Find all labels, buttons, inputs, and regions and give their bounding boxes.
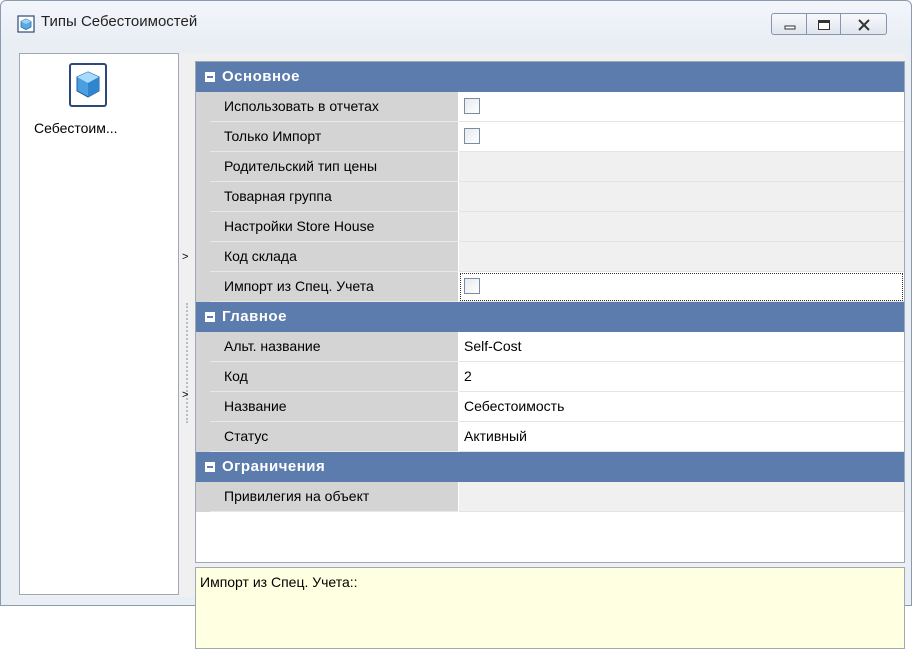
property-name: Только Импорт — [224, 128, 322, 144]
list-item-label: Себестоим... — [34, 120, 118, 136]
property-row[interactable]: Название Себестоимость — [196, 392, 904, 422]
maximize-button[interactable] — [807, 13, 841, 35]
chevron-right-icon[interactable]: > — [182, 389, 188, 401]
property-row[interactable]: Только Импорт — [196, 122, 904, 152]
title-bar[interactable]: Типы Себестоимостей — [1, 1, 913, 41]
category-header-restrictions[interactable]: Ограничения — [196, 452, 904, 482]
category-header-main[interactable]: Основное — [196, 62, 904, 92]
chevron-right-icon[interactable]: > — [182, 251, 188, 263]
property-name: Статус — [224, 428, 269, 444]
collapse-icon[interactable] — [205, 72, 215, 82]
property-value[interactable] — [459, 182, 904, 212]
close-button[interactable] — [841, 13, 887, 35]
property-row[interactable]: Альт. название Self-Cost — [196, 332, 904, 362]
property-row[interactable]: Статус Активный — [196, 422, 904, 452]
property-name: Название — [224, 398, 287, 414]
property-name: Родительский тип цены — [224, 158, 378, 174]
property-name: Привилегия на объект — [224, 488, 370, 504]
main-window: Типы Себестоимостей Себестоим... > > Осн… — [0, 0, 913, 649]
property-value[interactable] — [459, 272, 904, 302]
cube-icon — [17, 15, 35, 33]
property-row-selected[interactable]: Импорт из Спец. Учета — [196, 272, 904, 302]
splitter-grip[interactable] — [186, 303, 188, 423]
maximize-icon — [818, 20, 830, 30]
property-row[interactable]: Использовать в отчетах — [196, 92, 904, 122]
property-name: Код склада — [224, 248, 297, 264]
property-row[interactable]: Привилегия на объект — [196, 482, 904, 512]
property-value[interactable]: Себестоимость — [459, 392, 904, 422]
collapse-icon[interactable] — [205, 312, 215, 322]
property-row[interactable]: Настройки Store House — [196, 212, 904, 242]
checkbox[interactable] — [464, 128, 480, 144]
property-name: Товарная группа — [224, 188, 332, 204]
minimize-button[interactable] — [771, 13, 807, 35]
property-name: Настройки Store House — [224, 218, 375, 234]
minimize-icon — [784, 25, 796, 30]
property-name: Импорт из Спец. Учета — [224, 278, 374, 294]
description-text: Импорт из Спец. Учета:: — [200, 574, 358, 590]
property-value[interactable]: Self-Cost — [459, 332, 904, 362]
cube-icon — [69, 63, 107, 107]
property-row[interactable]: Код 2 — [196, 362, 904, 392]
property-name: Альт. название — [224, 338, 321, 354]
property-value[interactable]: 2 — [459, 362, 904, 392]
property-grid: Основное Использовать в отчетах Только И… — [195, 61, 905, 563]
description-panel: Импорт из Спец. Учета:: — [195, 567, 905, 649]
property-row[interactable]: Родительский тип цены — [196, 152, 904, 182]
collapse-icon[interactable] — [205, 462, 215, 472]
property-value[interactable] — [459, 212, 904, 242]
category-header-general[interactable]: Главное — [196, 302, 904, 332]
close-icon — [858, 19, 870, 31]
property-name: Код — [224, 368, 248, 384]
window-title: Типы Себестоимостей — [41, 13, 198, 30]
property-value[interactable] — [459, 122, 904, 152]
property-name: Использовать в отчетах — [224, 98, 379, 114]
object-list: Себестоим... — [19, 53, 179, 595]
property-value[interactable] — [459, 482, 904, 512]
property-value[interactable] — [459, 152, 904, 182]
client-area: Себестоим... > > Основное Использовать в… — [19, 53, 905, 649]
property-value[interactable] — [459, 242, 904, 272]
property-value[interactable]: Активный — [459, 422, 904, 452]
checkbox[interactable] — [464, 278, 480, 294]
property-row[interactable]: Товарная группа — [196, 182, 904, 212]
property-row[interactable]: Код склада — [196, 242, 904, 272]
checkbox[interactable] — [464, 98, 480, 114]
property-value[interactable] — [459, 92, 904, 122]
